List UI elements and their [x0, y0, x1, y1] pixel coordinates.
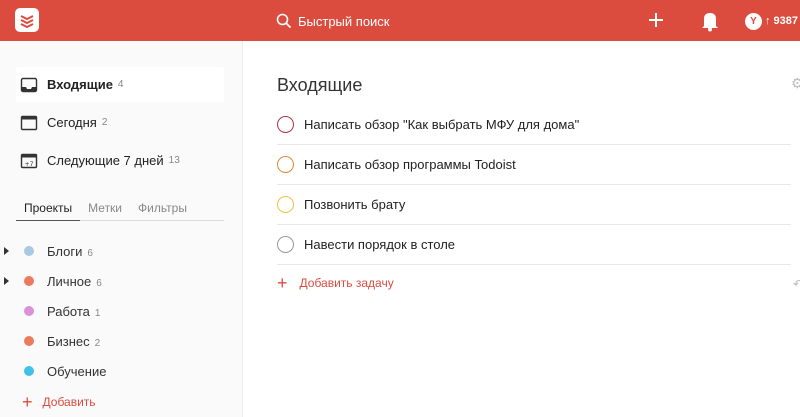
karma-score: ↑ 9387 — [765, 15, 799, 27]
project-item[interactable]: Личное 6 — [0, 266, 243, 296]
add-task-inline-button[interactable]: + Добавить задачу — [277, 274, 394, 292]
project-count: 1 — [94, 307, 101, 319]
sidebar-item-label: Входящие — [47, 77, 113, 92]
bell-icon — [702, 13, 718, 32]
project-item[interactable]: Бизнес 2 — [0, 326, 243, 356]
expand-arrow-icon[interactable] — [4, 247, 9, 255]
main-content: Входящие ⚙ Написать обзор "Как выбрать М… — [243, 41, 800, 417]
sidebar-item-label: Следующие 7 дней — [47, 153, 164, 168]
tab-projects[interactable]: Проекты — [16, 201, 81, 221]
tab-labels[interactable]: Метки — [80, 201, 130, 220]
sidebar-item-count: 2 — [101, 117, 108, 128]
search-icon — [276, 13, 292, 29]
tab-filters[interactable]: Фильтры — [130, 201, 195, 220]
page-title: Входящие — [277, 75, 363, 95]
plus-icon — [649, 13, 663, 27]
sidebar: Входящие 4 Сегодня 2 +7 Следующие 7 дней… — [0, 41, 243, 417]
task-checkbox[interactable] — [277, 156, 294, 173]
calendar-icon — [20, 115, 38, 130]
project-color-dot-icon — [24, 246, 34, 256]
calendar-week-icon: +7 — [20, 153, 38, 168]
plus-icon: + — [22, 392, 33, 412]
task-item[interactable]: Написать обзор программы Todoist — [277, 145, 791, 185]
project-color-dot-icon — [24, 366, 34, 376]
task-item[interactable]: Позвонить брату — [277, 185, 791, 225]
sidebar-item-next-7-days[interactable]: +7 Следующие 7 дней 13 — [16, 143, 224, 178]
plus-icon: + — [277, 273, 288, 293]
expand-arrow-icon[interactable] — [4, 277, 9, 285]
project-name: Личное — [47, 273, 92, 289]
task-checkbox[interactable] — [277, 196, 294, 213]
sidebar-item-count: 13 — [168, 155, 180, 166]
svg-text:+7: +7 — [25, 161, 34, 168]
project-name: Обучение — [47, 363, 107, 379]
logo-icon[interactable] — [15, 8, 39, 32]
task-item[interactable]: Написать обзор "Как выбрать МФУ для дома… — [277, 105, 791, 145]
sidebar-tabs: Проекты Метки Фильтры — [16, 201, 224, 221]
search-input[interactable]: Быстрый поиск — [298, 14, 390, 29]
project-count: 6 — [96, 277, 102, 289]
settings-icon[interactable]: ⚙ — [791, 75, 800, 93]
task-text: Написать обзор "Как выбрать МФУ для дома… — [304, 117, 580, 132]
task-text: Позвонить брату — [304, 197, 406, 212]
add-project-label: Добавить — [42, 395, 96, 409]
project-name: Работа — [47, 303, 90, 319]
undo-icon[interactable]: ↶ — [793, 277, 800, 291]
project-count: 6 — [87, 247, 93, 259]
project-color-dot-icon — [24, 276, 34, 286]
quick-search[interactable]: Быстрый поиск — [276, 11, 390, 31]
sidebar-item-label: Сегодня — [47, 115, 97, 130]
project-count: 2 — [94, 337, 101, 349]
karma-badge[interactable]: Y ↑ 9387 — [745, 10, 798, 32]
project-item[interactable]: Обучение — [0, 356, 243, 386]
project-color-dot-icon — [24, 306, 34, 316]
task-text: Написать обзор программы Todoist — [304, 157, 516, 172]
project-item[interactable]: Блоги 6 — [0, 236, 243, 266]
add-task-button[interactable] — [645, 9, 667, 31]
task-item[interactable]: Навести порядок в столе — [277, 225, 791, 265]
add-task-label: Добавить задачу — [299, 276, 394, 290]
add-project-button[interactable]: + Добавить — [22, 393, 96, 411]
task-checkbox[interactable] — [277, 236, 294, 253]
task-checkbox[interactable] — [277, 116, 294, 133]
sidebar-item-count: 4 — [117, 79, 124, 90]
avatar: Y — [745, 12, 762, 30]
sidebar-item-today[interactable]: Сегодня 2 — [16, 105, 224, 140]
task-text: Навести порядок в столе — [304, 237, 456, 252]
project-color-dot-icon — [24, 336, 34, 346]
project-name: Бизнес — [47, 333, 90, 349]
project-item[interactable]: Работа 1 — [0, 296, 243, 326]
inbox-icon — [20, 77, 38, 92]
sidebar-item-inbox[interactable]: Входящие 4 — [16, 67, 224, 102]
project-name: Блоги — [47, 243, 83, 259]
top-bar: Быстрый поиск Y ↑ 9387 — [0, 0, 800, 41]
notifications-button[interactable] — [700, 10, 720, 32]
